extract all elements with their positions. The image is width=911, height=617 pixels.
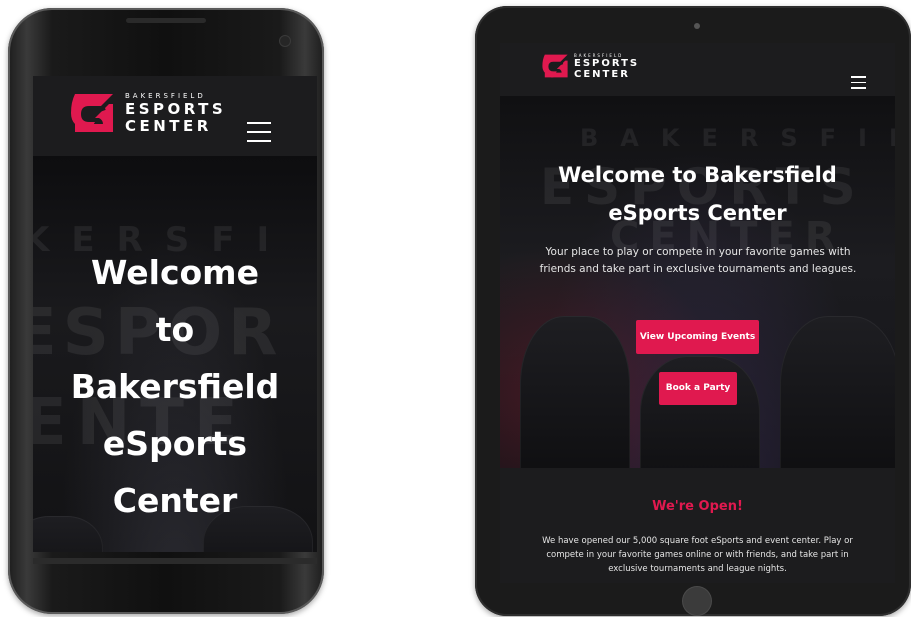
- logo-line1: ESPORTS: [574, 58, 640, 69]
- home-button[interactable]: [683, 587, 711, 615]
- hero-watermark: BAKERSFIELD: [580, 124, 895, 152]
- hero-subtitle: Your place to play or compete in your fa…: [539, 246, 857, 275]
- phone-hero: KERSFI ESPOR ENTE Welcome to Bakersfield…: [33, 156, 317, 552]
- phone-mockup: BAKERSFIELD ESPORTS CENTER KERSFI ESPOR …: [8, 8, 324, 614]
- hero-title-line: Welcome to Bakersfield: [558, 163, 837, 187]
- logo-line1: ESPORTS: [125, 100, 227, 118]
- hamburger-menu-icon[interactable]: [851, 76, 867, 90]
- phone-screen: BAKERSFIELD ESPORTS CENTER KERSFI ESPOR …: [33, 76, 317, 552]
- hero-title-line: Center: [112, 481, 238, 520]
- were-open-section: We're Open! We have opened our 5,000 squ…: [500, 468, 895, 583]
- logo-wordmark: BAKERSFIELD ESPORTS CENTER: [574, 53, 639, 80]
- tablet-hero: BAKERSFIELD ESPORTS CENTER Welcome to Ba…: [500, 96, 895, 468]
- phone-bezel-bottom: [33, 558, 317, 564]
- tablet-mockup: BAKERSFIELD ESPORTS CENTER BAKERSFIELD E…: [475, 6, 911, 616]
- gaming-chair: [780, 316, 895, 468]
- tablet-camera: [694, 23, 700, 29]
- gaming-chair: [520, 316, 630, 468]
- section-title: We're Open!: [652, 499, 743, 514]
- hero-title: Welcome to Bakersfield eSports Center: [33, 244, 317, 529]
- logo-wordmark: BAKERSFIELD ESPORTS CENTER: [125, 92, 226, 135]
- logo-line2: CENTER: [574, 69, 630, 80]
- phone-camera: [280, 36, 290, 46]
- view-upcoming-events-button[interactable]: View Upcoming Events: [636, 320, 759, 354]
- hero-title-line: to: [155, 310, 195, 349]
- phone-navbar: BAKERSFIELD ESPORTS CENTER: [33, 76, 317, 156]
- tablet-navbar: BAKERSFIELD ESPORTS CENTER: [500, 43, 895, 96]
- hamburger-menu-icon[interactable]: [247, 122, 271, 144]
- phone-speaker: [126, 18, 206, 23]
- book-a-party-button[interactable]: Book a Party: [659, 372, 737, 405]
- esports-logo-icon[interactable]: [67, 90, 117, 136]
- logo-line2: CENTER: [125, 117, 212, 135]
- hero-title-line: Bakersfield: [70, 367, 280, 406]
- esports-logo-icon[interactable]: [540, 51, 570, 81]
- section-text: We have opened our 5,000 square foot eSp…: [542, 536, 853, 574]
- hero-title-line: eSports Center: [608, 201, 787, 225]
- hero-title: Welcome to Bakersfield eSports Center: [500, 156, 895, 232]
- tablet-screen: BAKERSFIELD ESPORTS CENTER BAKERSFIELD E…: [500, 43, 895, 583]
- hero-title-line: Welcome: [91, 253, 259, 292]
- hero-title-line: eSports: [102, 424, 248, 463]
